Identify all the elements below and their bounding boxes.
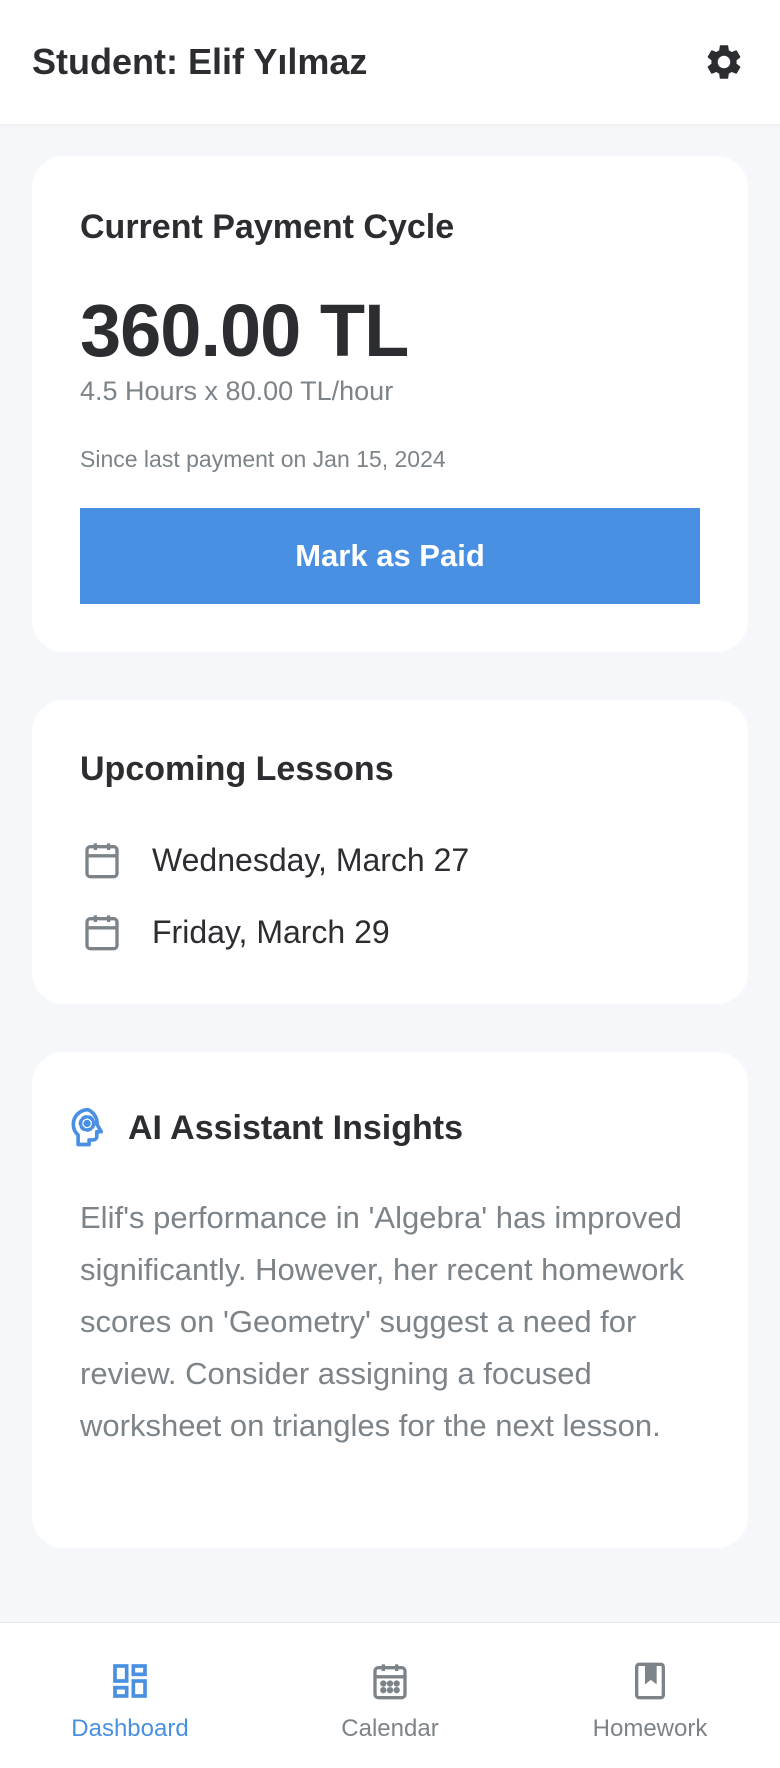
payment-amount: 360.00 TL <box>80 289 409 372</box>
ai-insights-title: AI Assistant Insights <box>128 1108 464 1147</box>
upcoming-lessons-title: Upcoming Lessons <box>80 750 394 788</box>
nav-homework[interactable]: Homework <box>520 1623 780 1768</box>
nav-calendar-label: Calendar <box>341 1715 439 1742</box>
payment-card-title: Current Payment Cycle <box>80 208 455 246</box>
upcoming-lessons-card: Upcoming Lessons Wednesday, March 27 Fri… <box>32 700 748 1004</box>
nav-homework-label: Homework <box>592 1715 708 1742</box>
page-title: Student: Elif Yılmaz <box>32 41 368 82</box>
app-header: Student: Elif Yılmaz <box>0 0 780 124</box>
ai-insights-header: AI Assistant Insights <box>64 1104 463 1152</box>
lesson-date: Friday, March 29 <box>152 913 390 950</box>
nav-calendar[interactable]: Calendar <box>260 1623 520 1768</box>
ai-head-icon <box>64 1104 112 1152</box>
lesson-item[interactable]: Wednesday, March 27 <box>80 824 469 896</box>
nav-dashboard-label: Dashboard <box>71 1715 189 1742</box>
last-payment-date: Since last payment on Jan 15, 2024 <box>80 446 446 472</box>
nav-dashboard[interactable]: Dashboard <box>0 1623 260 1768</box>
dashboard-icon <box>108 1659 152 1703</box>
calendar-icon <box>80 838 124 882</box>
gear-icon <box>707 45 741 79</box>
settings-button[interactable] <box>700 38 748 86</box>
calendar-icon <box>80 910 124 954</box>
ai-insights-card: AI Assistant Insights Elif's performance… <box>32 1052 748 1548</box>
payment-rate: 4.5 Hours x 80.00 TL/hour <box>80 376 394 406</box>
bottom-navigation: Dashboard Calendar Homework <box>0 1622 780 1768</box>
ai-insights-text: Elif's performance in 'Algebra' has impr… <box>80 1200 685 1443</box>
calendar-icon <box>368 1659 412 1703</box>
mark-as-paid-button[interactable]: Mark as Paid <box>80 508 700 604</box>
lesson-date: Wednesday, March 27 <box>152 841 470 878</box>
bookmark-icon <box>628 1659 672 1703</box>
lesson-item[interactable]: Friday, March 29 <box>80 896 469 968</box>
payment-card: Current Payment Cycle 360.00 TL 4.5 Hour… <box>32 156 748 652</box>
